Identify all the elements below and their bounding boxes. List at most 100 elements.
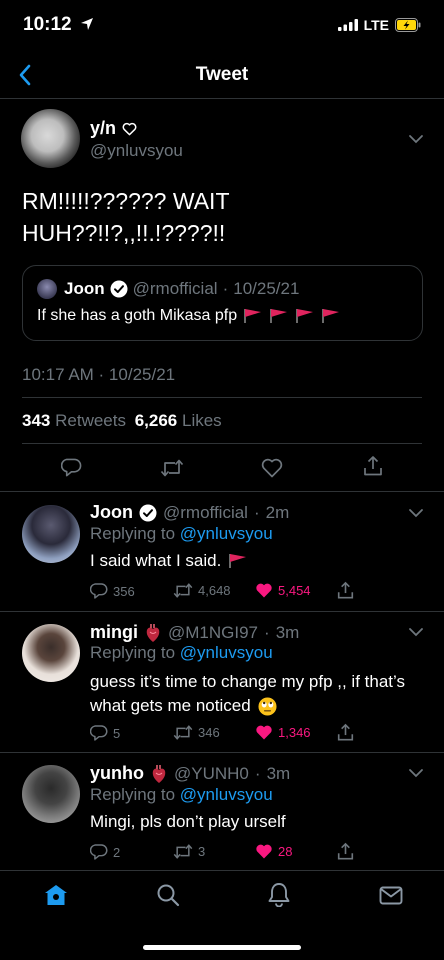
page-title: Tweet bbox=[195, 64, 249, 85]
quote-date: 10/25/21 bbox=[233, 279, 300, 298]
like-action[interactable]: 1,346 bbox=[255, 724, 311, 741]
divider bbox=[0, 611, 444, 612]
likes-label[interactable]: Likes bbox=[182, 411, 222, 430]
reply-author-row: mingi @M1NGI97 · 3m bbox=[90, 622, 300, 643]
engagement-stats: 343 Retweets 6,266 Likes bbox=[22, 411, 222, 431]
divider bbox=[22, 443, 422, 444]
battery-charging-icon bbox=[395, 18, 421, 32]
divider bbox=[22, 397, 422, 398]
reply-author-name[interactable]: yunho bbox=[90, 763, 144, 784]
reply-author-row: yunho @YUNH0 · 3m bbox=[90, 763, 291, 784]
tweet-timestamp: 10:17 AM · 10/25/21 bbox=[22, 365, 176, 384]
search-icon[interactable] bbox=[156, 883, 180, 907]
likes-count[interactable]: 6,266 bbox=[135, 411, 178, 430]
author-row: y/n bbox=[90, 118, 137, 139]
messages-envelope-icon[interactable] bbox=[379, 886, 403, 905]
retweet-icon[interactable] bbox=[160, 458, 184, 478]
reply-time: 3m bbox=[266, 763, 291, 783]
author-name[interactable]: y/n bbox=[90, 118, 116, 139]
replying-to: Replying to @ynluvsyou bbox=[90, 524, 273, 543]
signal-icon bbox=[337, 19, 358, 31]
share-icon[interactable] bbox=[337, 581, 354, 600]
retweet-icon bbox=[173, 844, 193, 859]
quote-author-row: Joon @rmofficial · 10/25/21 bbox=[64, 279, 300, 298]
notifications-bell-icon[interactable] bbox=[268, 882, 290, 907]
reply-icon bbox=[90, 583, 108, 599]
replying-to-link[interactable]: @ynluvsyou bbox=[180, 643, 273, 662]
share-icon[interactable] bbox=[337, 842, 354, 861]
avatar[interactable] bbox=[22, 624, 80, 682]
reply-text: Mingi, pls don’t play urself bbox=[90, 812, 286, 831]
anatomical-heart-icon bbox=[146, 623, 160, 642]
share-icon[interactable] bbox=[337, 723, 354, 742]
red-flag-icon bbox=[244, 309, 262, 323]
replying-to: Replying to @ynluvsyou bbox=[90, 643, 273, 662]
quote-text: If she has a goth Mikasa pfp bbox=[37, 307, 238, 324]
reply-action[interactable]: 2 bbox=[90, 843, 120, 861]
like-action[interactable]: 5,454 bbox=[255, 582, 311, 599]
reply-author-name[interactable]: mingi bbox=[90, 622, 138, 643]
verified-badge-icon bbox=[139, 504, 157, 521]
reply-action[interactable]: 5 bbox=[90, 724, 120, 742]
replying-to-link[interactable]: @ynluvsyou bbox=[180, 524, 273, 543]
heart-filled-icon bbox=[256, 725, 272, 740]
reply-handle[interactable]: @M1NGI97 bbox=[168, 623, 258, 643]
reply-author-name[interactable]: Joon bbox=[90, 502, 133, 523]
quote-author-name: Joon bbox=[64, 279, 105, 298]
retweets-count[interactable]: 343 bbox=[22, 411, 50, 430]
reply-handle[interactable]: @YUNH0 bbox=[174, 764, 249, 784]
location-arrow-icon bbox=[80, 18, 93, 30]
reply-icon[interactable] bbox=[61, 457, 82, 478]
status-time: 10:12 bbox=[23, 14, 94, 36]
retweet-action[interactable]: 4,648 bbox=[173, 582, 231, 599]
avatar[interactable] bbox=[22, 765, 80, 823]
retweet-icon bbox=[173, 583, 193, 598]
author-handle[interactable]: @ynluvsyou bbox=[90, 141, 183, 161]
like-action[interactable]: 28 bbox=[255, 843, 292, 860]
reply-text: guess it’s time to change my pfp ,, if t… bbox=[90, 672, 405, 716]
reply-text: I said what I said. bbox=[90, 551, 248, 571]
reply-handle[interactable]: @rmofficial bbox=[163, 503, 248, 523]
like-icon[interactable] bbox=[261, 458, 283, 478]
anatomical-heart-icon bbox=[152, 764, 166, 783]
heart-outline-icon bbox=[122, 122, 137, 135]
retweet-action[interactable]: 346 bbox=[173, 724, 220, 741]
home-indicator bbox=[143, 945, 301, 950]
share-icon[interactable] bbox=[363, 455, 383, 477]
retweets-label[interactable]: Retweets bbox=[55, 411, 126, 430]
heart-filled-icon bbox=[256, 844, 272, 859]
divider bbox=[0, 752, 444, 753]
divider bbox=[0, 98, 444, 99]
status-indicators: LTE bbox=[337, 17, 422, 33]
red-flag-icon bbox=[296, 309, 314, 323]
chevron-down-icon[interactable] bbox=[408, 134, 424, 144]
avatar[interactable] bbox=[21, 109, 80, 168]
red-flag-icon bbox=[229, 554, 247, 568]
reply-icon bbox=[90, 725, 108, 741]
home-icon[interactable] bbox=[44, 884, 68, 906]
reply-time: 3m bbox=[275, 622, 300, 642]
network-label: LTE bbox=[363, 17, 389, 33]
quote-tweet[interactable] bbox=[22, 265, 423, 341]
reply-icon bbox=[90, 844, 108, 860]
chevron-down-icon[interactable] bbox=[408, 508, 424, 518]
replying-to: Replying to @ynluvsyou bbox=[90, 785, 273, 804]
replying-to-link[interactable]: @ynluvsyou bbox=[180, 785, 273, 804]
quote-handle: @rmofficial bbox=[132, 279, 218, 298]
tweet-text: RM!!!!!?????? WAIT HUH??!!?,,!!.!????!! bbox=[22, 188, 230, 246]
quote-avatar bbox=[37, 279, 57, 299]
red-flag-icon bbox=[270, 309, 288, 323]
avatar[interactable] bbox=[22, 505, 80, 563]
divider bbox=[0, 491, 444, 492]
reply-author-row: Joon @rmofficial · 2m bbox=[90, 502, 290, 523]
verified-badge-icon bbox=[110, 280, 128, 298]
reply-time: 2m bbox=[265, 502, 290, 522]
retweet-action[interactable]: 3 bbox=[173, 843, 205, 860]
retweet-icon bbox=[173, 725, 193, 740]
chevron-down-icon[interactable] bbox=[408, 768, 424, 778]
red-flag-icon bbox=[322, 309, 340, 323]
eye-roll-emoji-icon bbox=[258, 696, 277, 716]
quote-text-row: If she has a goth Mikasa pfp bbox=[37, 307, 341, 325]
reply-action[interactable]: 356 bbox=[90, 582, 135, 600]
chevron-down-icon[interactable] bbox=[408, 627, 424, 637]
